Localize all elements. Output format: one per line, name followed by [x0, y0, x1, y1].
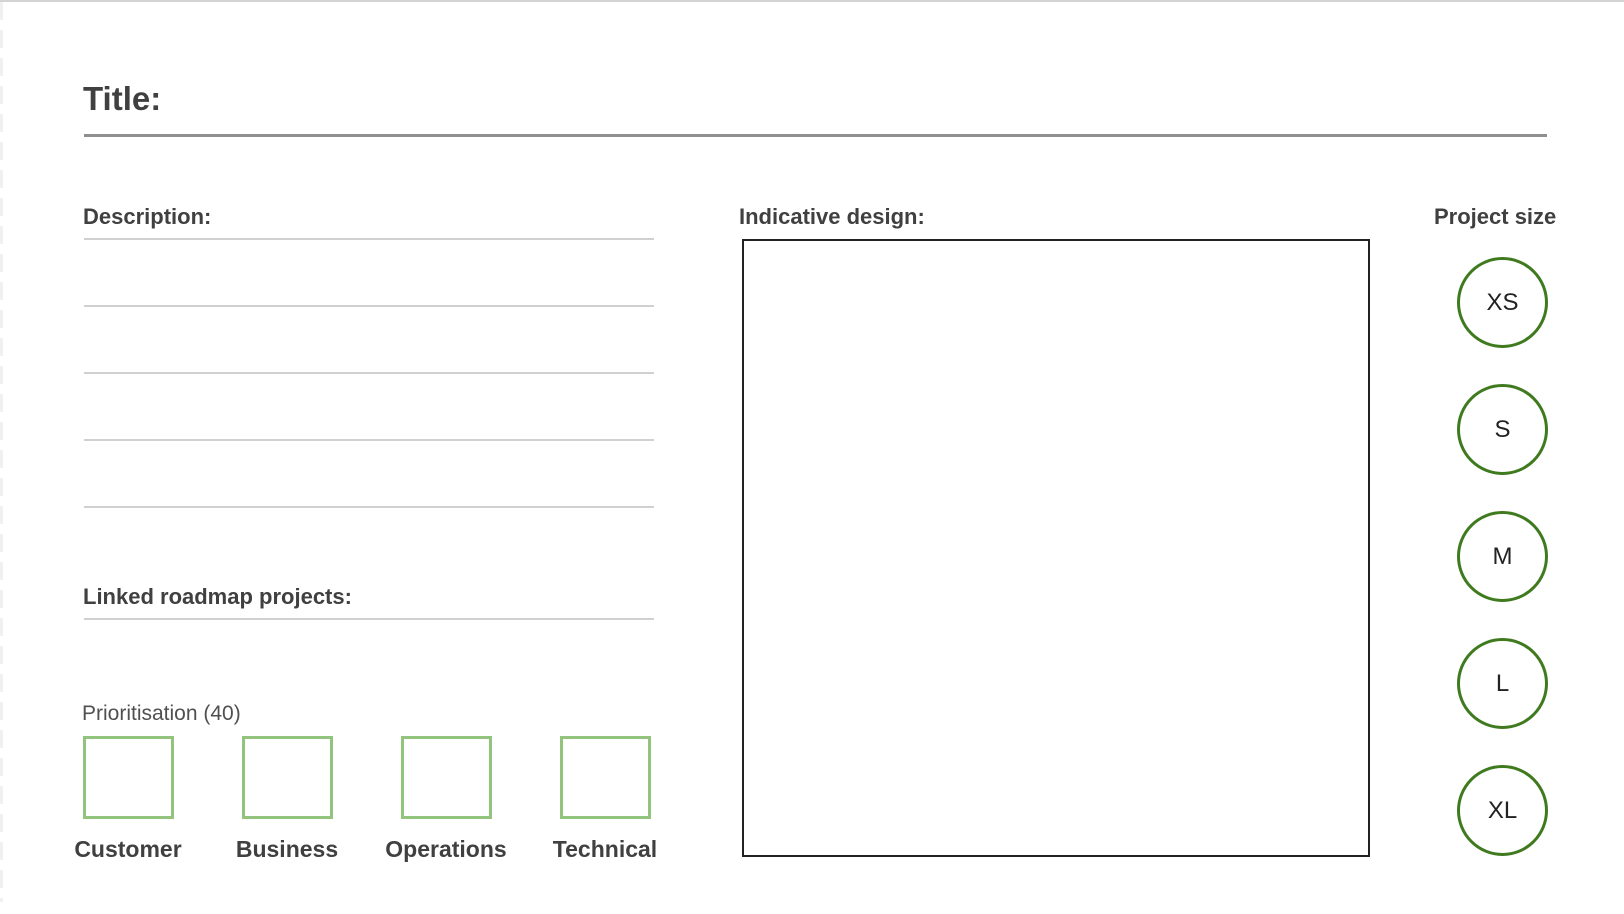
size-option-label: M — [1492, 542, 1513, 570]
project-card: Title: Description: Linked roadmap proje… — [0, 0, 1624, 914]
prioritisation-box-business[interactable] — [242, 736, 333, 819]
prioritisation-box-operations[interactable] — [401, 736, 492, 819]
prioritisation-box-technical[interactable] — [560, 736, 651, 819]
description-line[interactable] — [84, 238, 654, 240]
project-size-option-m[interactable]: M — [1457, 511, 1548, 602]
prioritisation-category-technical: Technical — [552, 836, 658, 862]
prioritisation-category-operations: Operations — [385, 836, 507, 862]
project-size-option-xs[interactable]: XS — [1457, 257, 1548, 348]
title-label: Title: — [83, 80, 162, 117]
description-line[interactable] — [84, 372, 654, 374]
size-option-label: S — [1494, 415, 1511, 443]
project-size-option-l[interactable]: L — [1457, 638, 1548, 729]
prioritisation-box-customer[interactable] — [83, 736, 174, 819]
linked-projects-line[interactable] — [84, 618, 654, 620]
project-size-option-s[interactable]: S — [1457, 384, 1548, 475]
project-size-label: Project size — [1434, 204, 1557, 229]
size-option-label: XL — [1487, 796, 1518, 824]
description-line[interactable] — [84, 439, 654, 441]
title-input-line[interactable] — [84, 134, 1547, 137]
indicative-design-area[interactable] — [742, 239, 1370, 857]
description-line[interactable] — [84, 305, 654, 307]
size-option-label: XS — [1486, 288, 1519, 316]
description-line[interactable] — [84, 506, 654, 508]
project-size-option-xl[interactable]: XL — [1457, 765, 1548, 856]
indicative-design-label: Indicative design: — [739, 204, 925, 229]
linked-projects-label: Linked roadmap projects: — [83, 584, 352, 609]
size-option-label: L — [1495, 669, 1510, 697]
left-edge-dashes — [0, 2, 3, 902]
prioritisation-category-business: Business — [235, 836, 339, 862]
prioritisation-label: Prioritisation (40) — [82, 702, 241, 725]
description-label: Description: — [83, 204, 212, 229]
prioritisation-category-customer: Customer — [74, 836, 182, 862]
